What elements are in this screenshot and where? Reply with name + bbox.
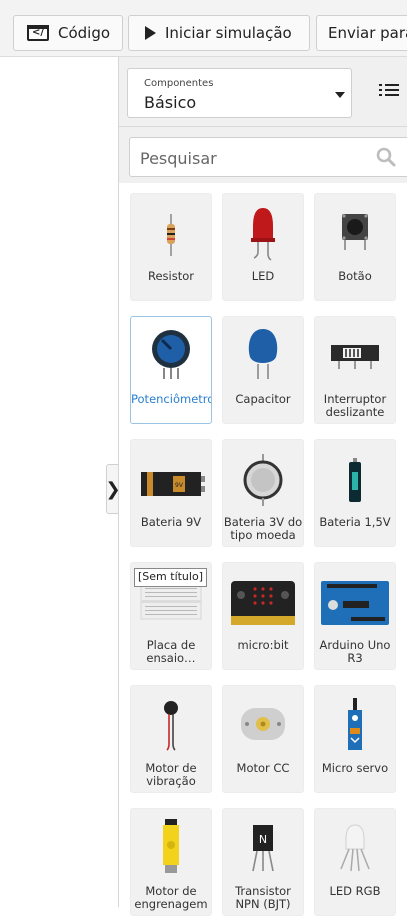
component-name: Interruptor deslizante [323,393,387,419]
component-name: Motor CC [236,762,290,775]
component-card[interactable]: Resistor [130,193,212,301]
code-button[interactable]: </ Código [13,15,123,51]
transistor-icon: N [252,825,274,872]
pushbutton-icon [342,214,368,250]
component-card[interactable]: Arduino Uno R3 [314,562,396,670]
send-to-label: Enviar para [328,24,407,42]
potentiometer-icon [152,330,190,379]
component-card[interactable]: Capacitor [222,316,304,424]
component-card[interactable]: Bateria 1,5V [314,439,396,547]
component-card[interactable]: Bateria 3V do tipo moeda [222,439,304,547]
component-card[interactable]: Micro servo [314,685,396,793]
led-icon [251,208,275,261]
micro-servo-icon [348,698,362,750]
component-name: Motor de vibração [145,762,197,788]
arduino-icon [321,581,389,625]
search-box [129,137,407,178]
component-card[interactable]: Interruptor deslizante [314,316,396,424]
component-name: Capacitor [235,393,291,406]
search-input[interactable] [130,138,382,178]
components-category-select[interactable]: Componentes Básico [127,68,352,118]
component-name: LED [251,270,275,283]
component-card[interactable]: LED RGB [314,808,396,916]
component-name: Placa de ensaio… [146,639,196,665]
canvas-area[interactable] [0,57,118,907]
gear-motor-icon [163,819,179,873]
list-view-icon[interactable] [379,84,399,99]
component-name: micro:bit [237,639,289,652]
component-name: Potenciômetro [131,393,211,406]
battery-9v-icon: 9V [141,472,205,496]
vibration-motor-icon [164,701,178,751]
divider [119,126,407,127]
slide-switch-icon [331,345,379,369]
microbit-icon [231,581,295,625]
component-name: Micro servo [321,762,389,775]
component-name: Resistor [148,270,194,283]
caret-down-icon [335,92,345,98]
component-card[interactable]: N Transistor NPN (BJT) [222,808,304,916]
tooltip: [Sem título] [134,568,207,587]
capacitor-icon [248,329,278,379]
component-name: Bateria 1,5V [319,516,391,529]
component-card[interactable]: LED [222,193,304,301]
search-icon[interactable] [376,147,396,167]
component-card[interactable]: Botão [314,193,396,301]
start-simulation-button[interactable]: Iniciar simulação [128,15,310,51]
battery-aa-icon [349,458,361,502]
components-panel: Componentes Básico Resistor [118,57,407,916]
start-simulation-label: Iniciar simulação [165,24,292,42]
coin-battery-icon [243,454,283,506]
top-toolbar: </ Código Iniciar simulação Enviar para [0,0,407,57]
component-name: Botão [338,270,372,283]
component-name: Bateria 3V do tipo moeda [223,516,303,542]
resistor-icon [167,214,175,256]
dc-motor-icon [241,708,285,740]
component-card[interactable]: 9V Bateria 9V [130,439,212,547]
rgb-led-icon [340,824,370,872]
component-card[interactable]: Motor de engrenagem [130,808,212,916]
code-editor-icon: </ [27,25,49,41]
component-name: Arduino Uno R3 [319,639,391,665]
component-card-selected[interactable]: Potenciômetro [130,316,212,424]
component-name: Bateria 9V [140,516,202,529]
component-card[interactable]: Motor de vibração [130,685,212,793]
svg-text:9V: 9V [175,482,184,489]
components-grid: Resistor LED Botão Potenciômetro Capacit… [119,183,407,916]
select-caption: Componentes [144,78,214,89]
transistor-marking: N [259,833,267,846]
code-button-label: Código [58,24,111,42]
component-name: Transistor NPN (BJT) [235,885,291,911]
play-icon [145,26,156,40]
send-to-button[interactable]: Enviar para [316,15,407,51]
component-name: LED RGB [329,885,381,898]
component-name: Motor de engrenagem [134,885,208,911]
component-card[interactable]: Motor CC [222,685,304,793]
component-card[interactable]: micro:bit [222,562,304,670]
select-value: Básico [144,93,197,112]
